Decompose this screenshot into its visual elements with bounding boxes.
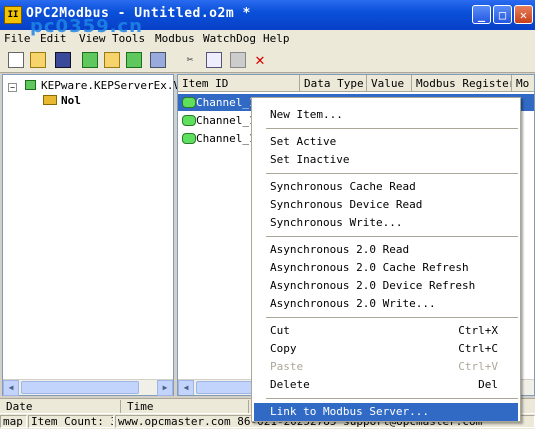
menu-file[interactable]: File: [4, 32, 31, 45]
save-icon[interactable]: [55, 52, 71, 68]
tree-node-server[interactable]: KEPware.KEPServerEx.V4: [41, 79, 187, 92]
menu-help[interactable]: Help: [263, 32, 290, 45]
log-column-date[interactable]: Date: [0, 400, 121, 413]
maximize-button[interactable]: □: [493, 5, 512, 24]
scroll-thumb[interactable]: [21, 381, 139, 394]
paste-icon[interactable]: [230, 52, 246, 68]
menu-link-modbus-server[interactable]: Link to Modbus Server...: [254, 403, 518, 421]
column-data-type[interactable]: Data Type: [300, 75, 367, 92]
cell-item-id: Channel_1: [196, 114, 256, 127]
menu-set-inactive[interactable]: Set Inactive: [254, 151, 518, 169]
menu-separator: [266, 173, 518, 174]
add-group-icon[interactable]: [104, 52, 120, 68]
item-icon: [182, 115, 196, 126]
properties-icon[interactable]: [150, 52, 166, 68]
menu-watchdog[interactable]: WatchDog: [203, 32, 256, 45]
menu-sync-write[interactable]: Synchronous Write...: [254, 214, 518, 232]
copy-icon[interactable]: [206, 52, 222, 68]
menu-sync-cache-read[interactable]: Synchronous Cache Read: [254, 178, 518, 196]
column-item-id[interactable]: Item ID: [178, 75, 300, 92]
menu-async-write[interactable]: Asynchronous 2.0 Write...: [254, 295, 518, 313]
menu-paste[interactable]: Paste Ctrl+V: [254, 358, 518, 376]
menu-async-read[interactable]: Asynchronous 2.0 Read: [254, 241, 518, 259]
column-modbus-register[interactable]: Modbus Register: [412, 75, 512, 92]
status-mode: map: [0, 415, 27, 428]
scroll-left-button[interactable]: ◀: [178, 380, 194, 395]
tree-node-group[interactable]: Nol: [61, 94, 81, 107]
menu-separator: [266, 128, 518, 129]
menu-sync-device-read[interactable]: Synchronous Device Read: [254, 196, 518, 214]
add-item-icon[interactable]: [126, 52, 142, 68]
close-button[interactable]: ✕: [514, 5, 533, 24]
app-icon[interactable]: II: [4, 6, 22, 24]
server-tree[interactable]: − KEPware.KEPServerEx.V4 Nol ◀ ▶: [2, 74, 187, 396]
open-folder-icon[interactable]: [30, 52, 46, 68]
menu-async-cache-refresh[interactable]: Asynchronous 2.0 Cache Refresh: [254, 259, 518, 277]
tree-expander[interactable]: −: [8, 83, 17, 92]
scroll-thumb[interactable]: [196, 381, 252, 394]
menu-separator: [266, 398, 518, 399]
group-icon: [43, 95, 57, 105]
column-value[interactable]: Value: [367, 75, 412, 92]
cut-icon[interactable]: ✂: [182, 52, 198, 68]
add-server-icon[interactable]: [82, 52, 98, 68]
context-menu: New Item... Set Active Set Inactive Sync…: [251, 97, 521, 422]
server-icon: [25, 80, 36, 90]
menu-new-item[interactable]: New Item...: [254, 106, 518, 124]
minimize-button[interactable]: _: [472, 5, 491, 24]
tree-hscrollbar[interactable]: ◀ ▶: [3, 379, 173, 396]
watermark: pc0359.cn: [30, 16, 143, 37]
menu-modbus[interactable]: Modbus: [155, 32, 195, 45]
menu-cut[interactable]: Cut Ctrl+X: [254, 322, 518, 340]
menu-set-active[interactable]: Set Active: [254, 133, 518, 151]
scroll-left-button[interactable]: ◀: [3, 380, 19, 396]
cell-item-id: Channel_1: [196, 132, 256, 145]
column-more[interactable]: Mo: [512, 75, 534, 92]
scroll-right-button[interactable]: ▶: [157, 380, 173, 396]
menu-separator: [266, 317, 518, 318]
item-icon: [182, 133, 196, 144]
menu-separator: [266, 236, 518, 237]
log-column-time[interactable]: Time: [121, 400, 249, 413]
toolbar: ✂ ✕: [0, 48, 535, 73]
status-item-count: Item Count: 3: [28, 415, 114, 428]
menu-copy[interactable]: Copy Ctrl+C: [254, 340, 518, 358]
menu-delete[interactable]: Delete Del: [254, 376, 518, 394]
menu-async-device-refresh[interactable]: Asynchronous 2.0 Device Refresh: [254, 277, 518, 295]
delete-icon[interactable]: ✕: [252, 52, 268, 68]
new-file-icon[interactable]: [8, 52, 24, 68]
item-icon: [182, 97, 196, 108]
